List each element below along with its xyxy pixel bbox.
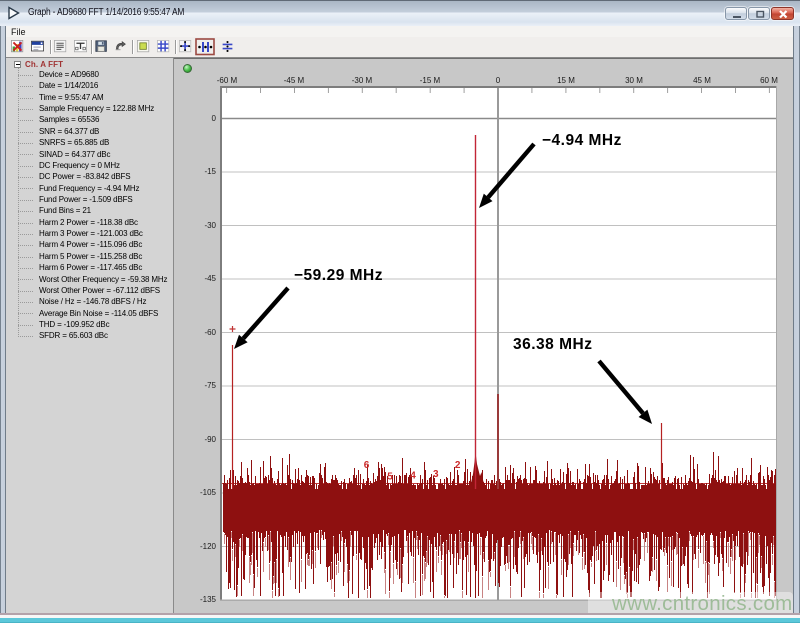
svg-text:6: 6 xyxy=(364,460,370,471)
svg-text:2: 2 xyxy=(455,460,461,471)
svg-text:3: 3 xyxy=(433,469,439,480)
svg-text:4: 4 xyxy=(410,471,416,482)
svg-text:5: 5 xyxy=(387,472,393,483)
